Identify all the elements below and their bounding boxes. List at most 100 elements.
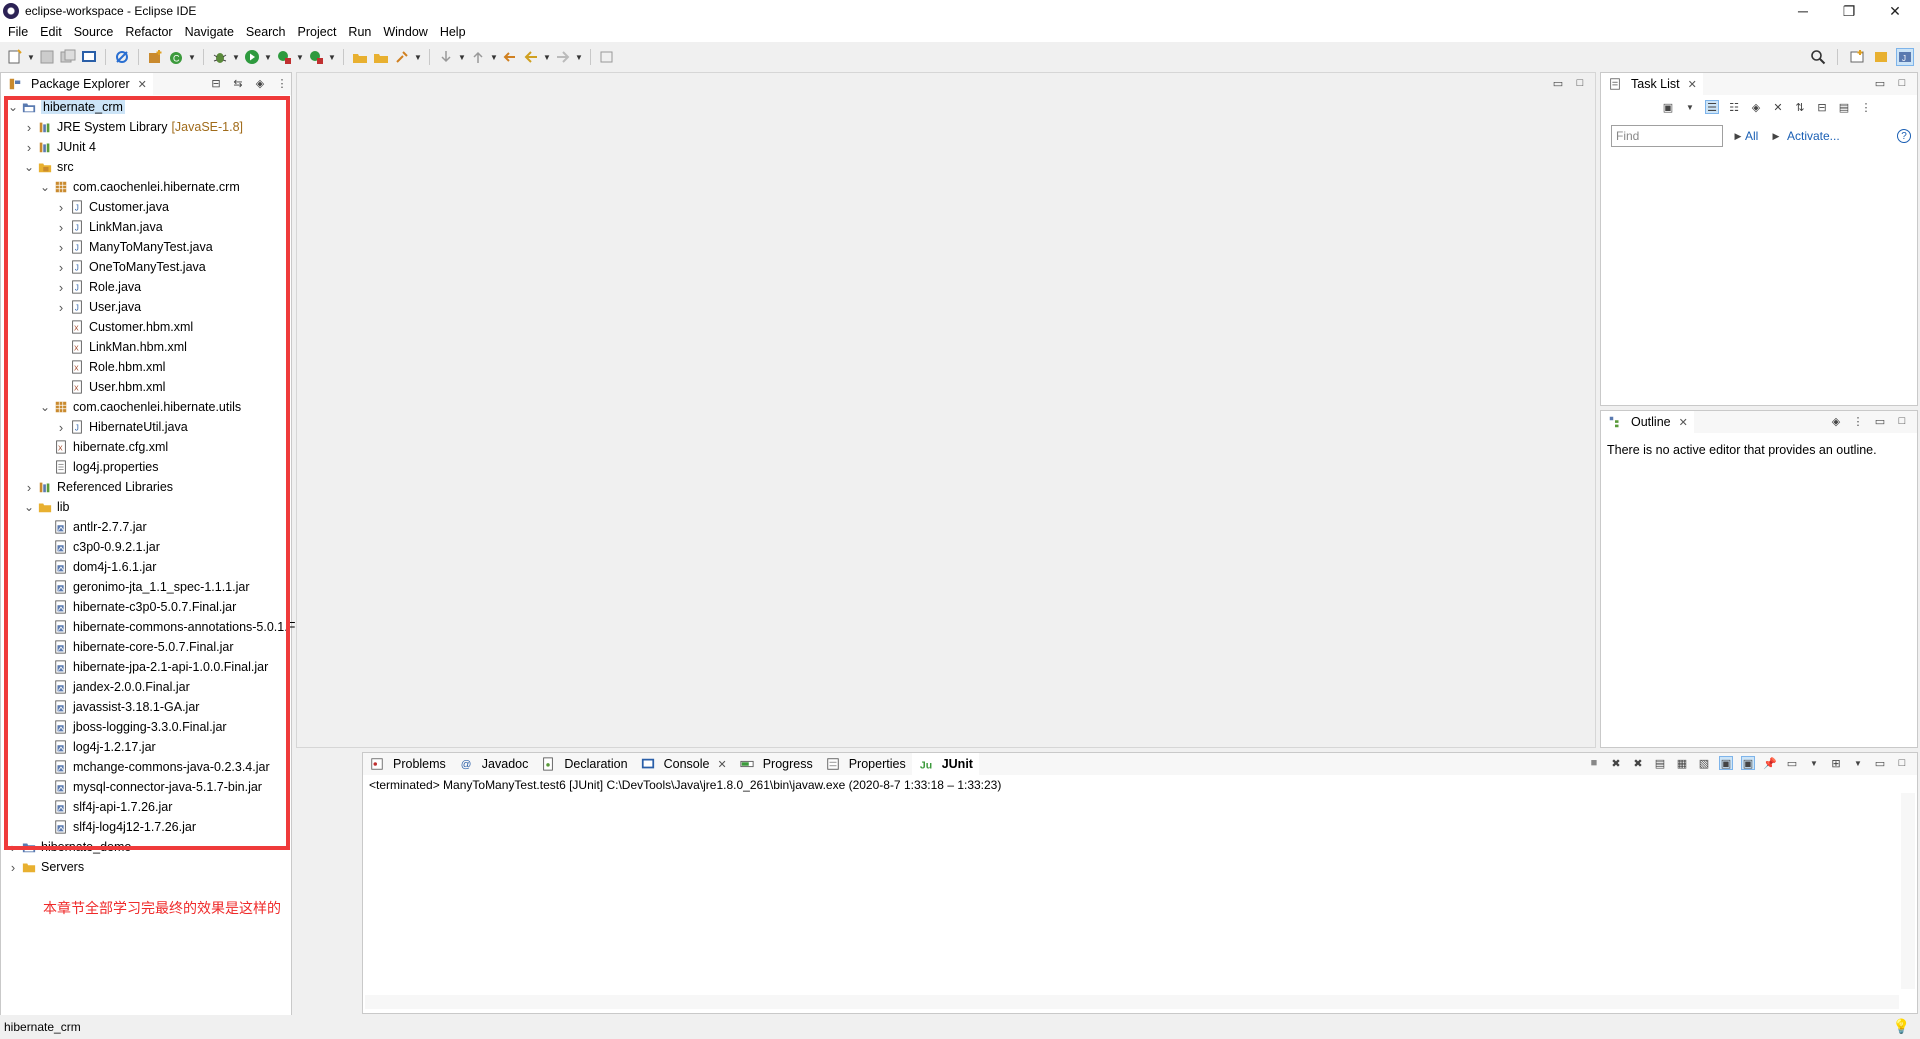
sync-changed-icon[interactable]: ▤ <box>1837 100 1851 114</box>
debug-icon[interactable] <box>211 48 229 66</box>
save-icon[interactable] <box>38 48 56 66</box>
forward-icon[interactable] <box>554 48 572 66</box>
new-class-icon[interactable]: C <box>167 48 185 66</box>
collapse-all-icon[interactable]: ⊟ <box>209 76 223 90</box>
maximize-view-icon[interactable]: □ <box>1895 76 1909 90</box>
new-dropdown-icon[interactable]: ▼ <box>27 53 35 62</box>
java-perspective-icon[interactable]: J <box>1896 48 1914 66</box>
categorized-icon[interactable]: ☰ <box>1705 100 1719 114</box>
close-icon[interactable]: ✕ <box>1679 416 1688 429</box>
view-menu-icon[interactable]: ⋮ <box>275 76 289 90</box>
display-console-icon[interactable]: ▭ <box>1785 756 1799 770</box>
clear-console-icon[interactable]: ▤ <box>1653 756 1667 770</box>
lightbulb-icon[interactable]: 💡 <box>1893 1018 1910 1035</box>
last-edit-icon[interactable] <box>501 48 519 66</box>
menu-edit[interactable]: Edit <box>34 25 68 39</box>
open-task-icon[interactable] <box>372 48 390 66</box>
save-all-icon[interactable] <box>59 48 77 66</box>
search-tool-dropdown-icon[interactable]: ▼ <box>414 53 422 62</box>
tab-properties[interactable]: Properties <box>819 753 912 775</box>
next-annotation-icon[interactable] <box>437 48 455 66</box>
run-icon[interactable] <box>243 48 261 66</box>
back-icon[interactable] <box>522 48 540 66</box>
prev-annotation-dropdown-icon[interactable]: ▼ <box>490 53 498 62</box>
tab-progress[interactable]: Progress <box>733 753 819 775</box>
collapse-all-icon[interactable]: ⊟ <box>1815 100 1829 114</box>
close-icon[interactable]: ✕ <box>1688 78 1697 91</box>
focus-icon[interactable]: ◈ <box>1829 414 1843 428</box>
tab-outline[interactable]: Outline ✕ <box>1601 411 1694 433</box>
minimize-view-icon[interactable]: ▭ <box>1873 756 1887 770</box>
chevron-right-icon[interactable]: › <box>7 860 19 875</box>
external-tools-dropdown-icon[interactable]: ▼ <box>328 53 336 62</box>
maximize-view-icon[interactable]: □ <box>1573 76 1587 90</box>
triangle-right-icon[interactable]: ▶ <box>1769 129 1783 143</box>
new-class-dropdown-icon[interactable]: ▼ <box>188 53 196 62</box>
forward-dropdown-icon[interactable]: ▼ <box>575 53 583 62</box>
maximize-view-icon[interactable]: □ <box>1895 756 1909 770</box>
menu-refactor[interactable]: Refactor <box>119 25 178 39</box>
remove-launch-icon[interactable]: ✖ <box>1609 756 1623 770</box>
tab-task-list[interactable]: Task List ✕ <box>1601 73 1703 95</box>
close-icon[interactable]: ✕ <box>138 78 147 91</box>
vertical-scrollbar[interactable] <box>1901 793 1915 989</box>
menu-navigate[interactable]: Navigate <box>179 25 240 39</box>
new-task-icon[interactable]: ▣ <box>1661 100 1675 114</box>
coverage-icon[interactable] <box>275 48 293 66</box>
word-wrap-icon[interactable]: ▧ <box>1697 756 1711 770</box>
view-menu-icon[interactable]: ⋮ <box>1851 414 1865 428</box>
tab-console[interactable]: Console ✕ <box>634 753 733 775</box>
show-on-error-icon[interactable]: ▣ <box>1741 756 1755 770</box>
new-task-dropdown-icon[interactable]: ▼ <box>1683 100 1697 114</box>
close-icon[interactable]: ✕ <box>717 758 726 771</box>
search-icon[interactable] <box>1809 48 1827 66</box>
back-dropdown-icon[interactable]: ▼ <box>543 53 551 62</box>
java-ee-perspective-icon[interactable] <box>1872 48 1890 66</box>
open-perspective-icon[interactable] <box>1848 48 1866 66</box>
menu-project[interactable]: Project <box>292 25 343 39</box>
tab-javadoc[interactable]: @ Javadoc <box>452 753 535 775</box>
minimize-view-icon[interactable]: ▭ <box>1551 76 1565 90</box>
sync-icon[interactable]: ⇅ <box>1793 100 1807 114</box>
open-type-icon[interactable] <box>351 48 369 66</box>
open-console-icon[interactable]: ⊞ <box>1829 756 1843 770</box>
display-console-dropdown-icon[interactable]: ▼ <box>1807 756 1821 770</box>
open-console-dropdown-icon[interactable]: ▼ <box>1851 756 1865 770</box>
run-dropdown-icon[interactable]: ▼ <box>264 53 272 62</box>
external-tools-icon[interactable] <box>307 48 325 66</box>
minimize-button[interactable]: ─ <box>1780 0 1826 22</box>
pin-console-icon[interactable]: 📌 <box>1763 756 1777 770</box>
restore-button[interactable]: ❐ <box>1826 0 1872 22</box>
focus-icon[interactable]: ◈ <box>1749 100 1763 114</box>
pin-editor-icon[interactable] <box>598 48 616 66</box>
menu-run[interactable]: Run <box>342 25 377 39</box>
scheduled-icon[interactable]: ☷ <box>1727 100 1741 114</box>
coverage-dropdown-icon[interactable]: ▼ <box>296 53 304 62</box>
tab-problems[interactable]: Problems <box>363 753 452 775</box>
hide-completed-icon[interactable]: ✕ <box>1771 100 1785 114</box>
help-icon[interactable]: ? <box>1897 129 1911 143</box>
menu-window[interactable]: Window <box>377 25 433 39</box>
console-output[interactable]: <terminated> ManyToManyTest.test6 [JUnit… <box>369 778 1001 792</box>
menu-search[interactable]: Search <box>240 25 292 39</box>
minimize-view-icon[interactable]: ▭ <box>1873 414 1887 428</box>
horizontal-scrollbar[interactable] <box>365 995 1899 1009</box>
all-link[interactable]: All <box>1745 129 1758 143</box>
tab-junit[interactable]: Ju JUnit <box>911 753 979 775</box>
link-with-editor-icon[interactable]: ⇆ <box>231 76 245 90</box>
terminate-icon[interactable]: ■ <box>1587 756 1601 770</box>
show-on-output-icon[interactable]: ▣ <box>1719 756 1733 770</box>
focus-icon[interactable]: ◈ <box>253 76 267 90</box>
activate-link[interactable]: Activate... <box>1787 129 1840 143</box>
menu-file[interactable]: File <box>2 25 34 39</box>
close-button[interactable]: ✕ <box>1872 0 1918 22</box>
view-menu-icon[interactable]: ⋮ <box>1859 100 1873 114</box>
tab-declaration[interactable]: Declaration <box>534 753 633 775</box>
search-tool-icon[interactable] <box>393 48 411 66</box>
menu-help[interactable]: Help <box>434 25 472 39</box>
minimize-view-icon[interactable]: ▭ <box>1873 76 1887 90</box>
next-annotation-dropdown-icon[interactable]: ▼ <box>458 53 466 62</box>
tree-item[interactable]: › Servers <box>7 857 84 877</box>
remove-all-icon[interactable]: ✖ <box>1631 756 1645 770</box>
new-icon[interactable] <box>6 48 24 66</box>
